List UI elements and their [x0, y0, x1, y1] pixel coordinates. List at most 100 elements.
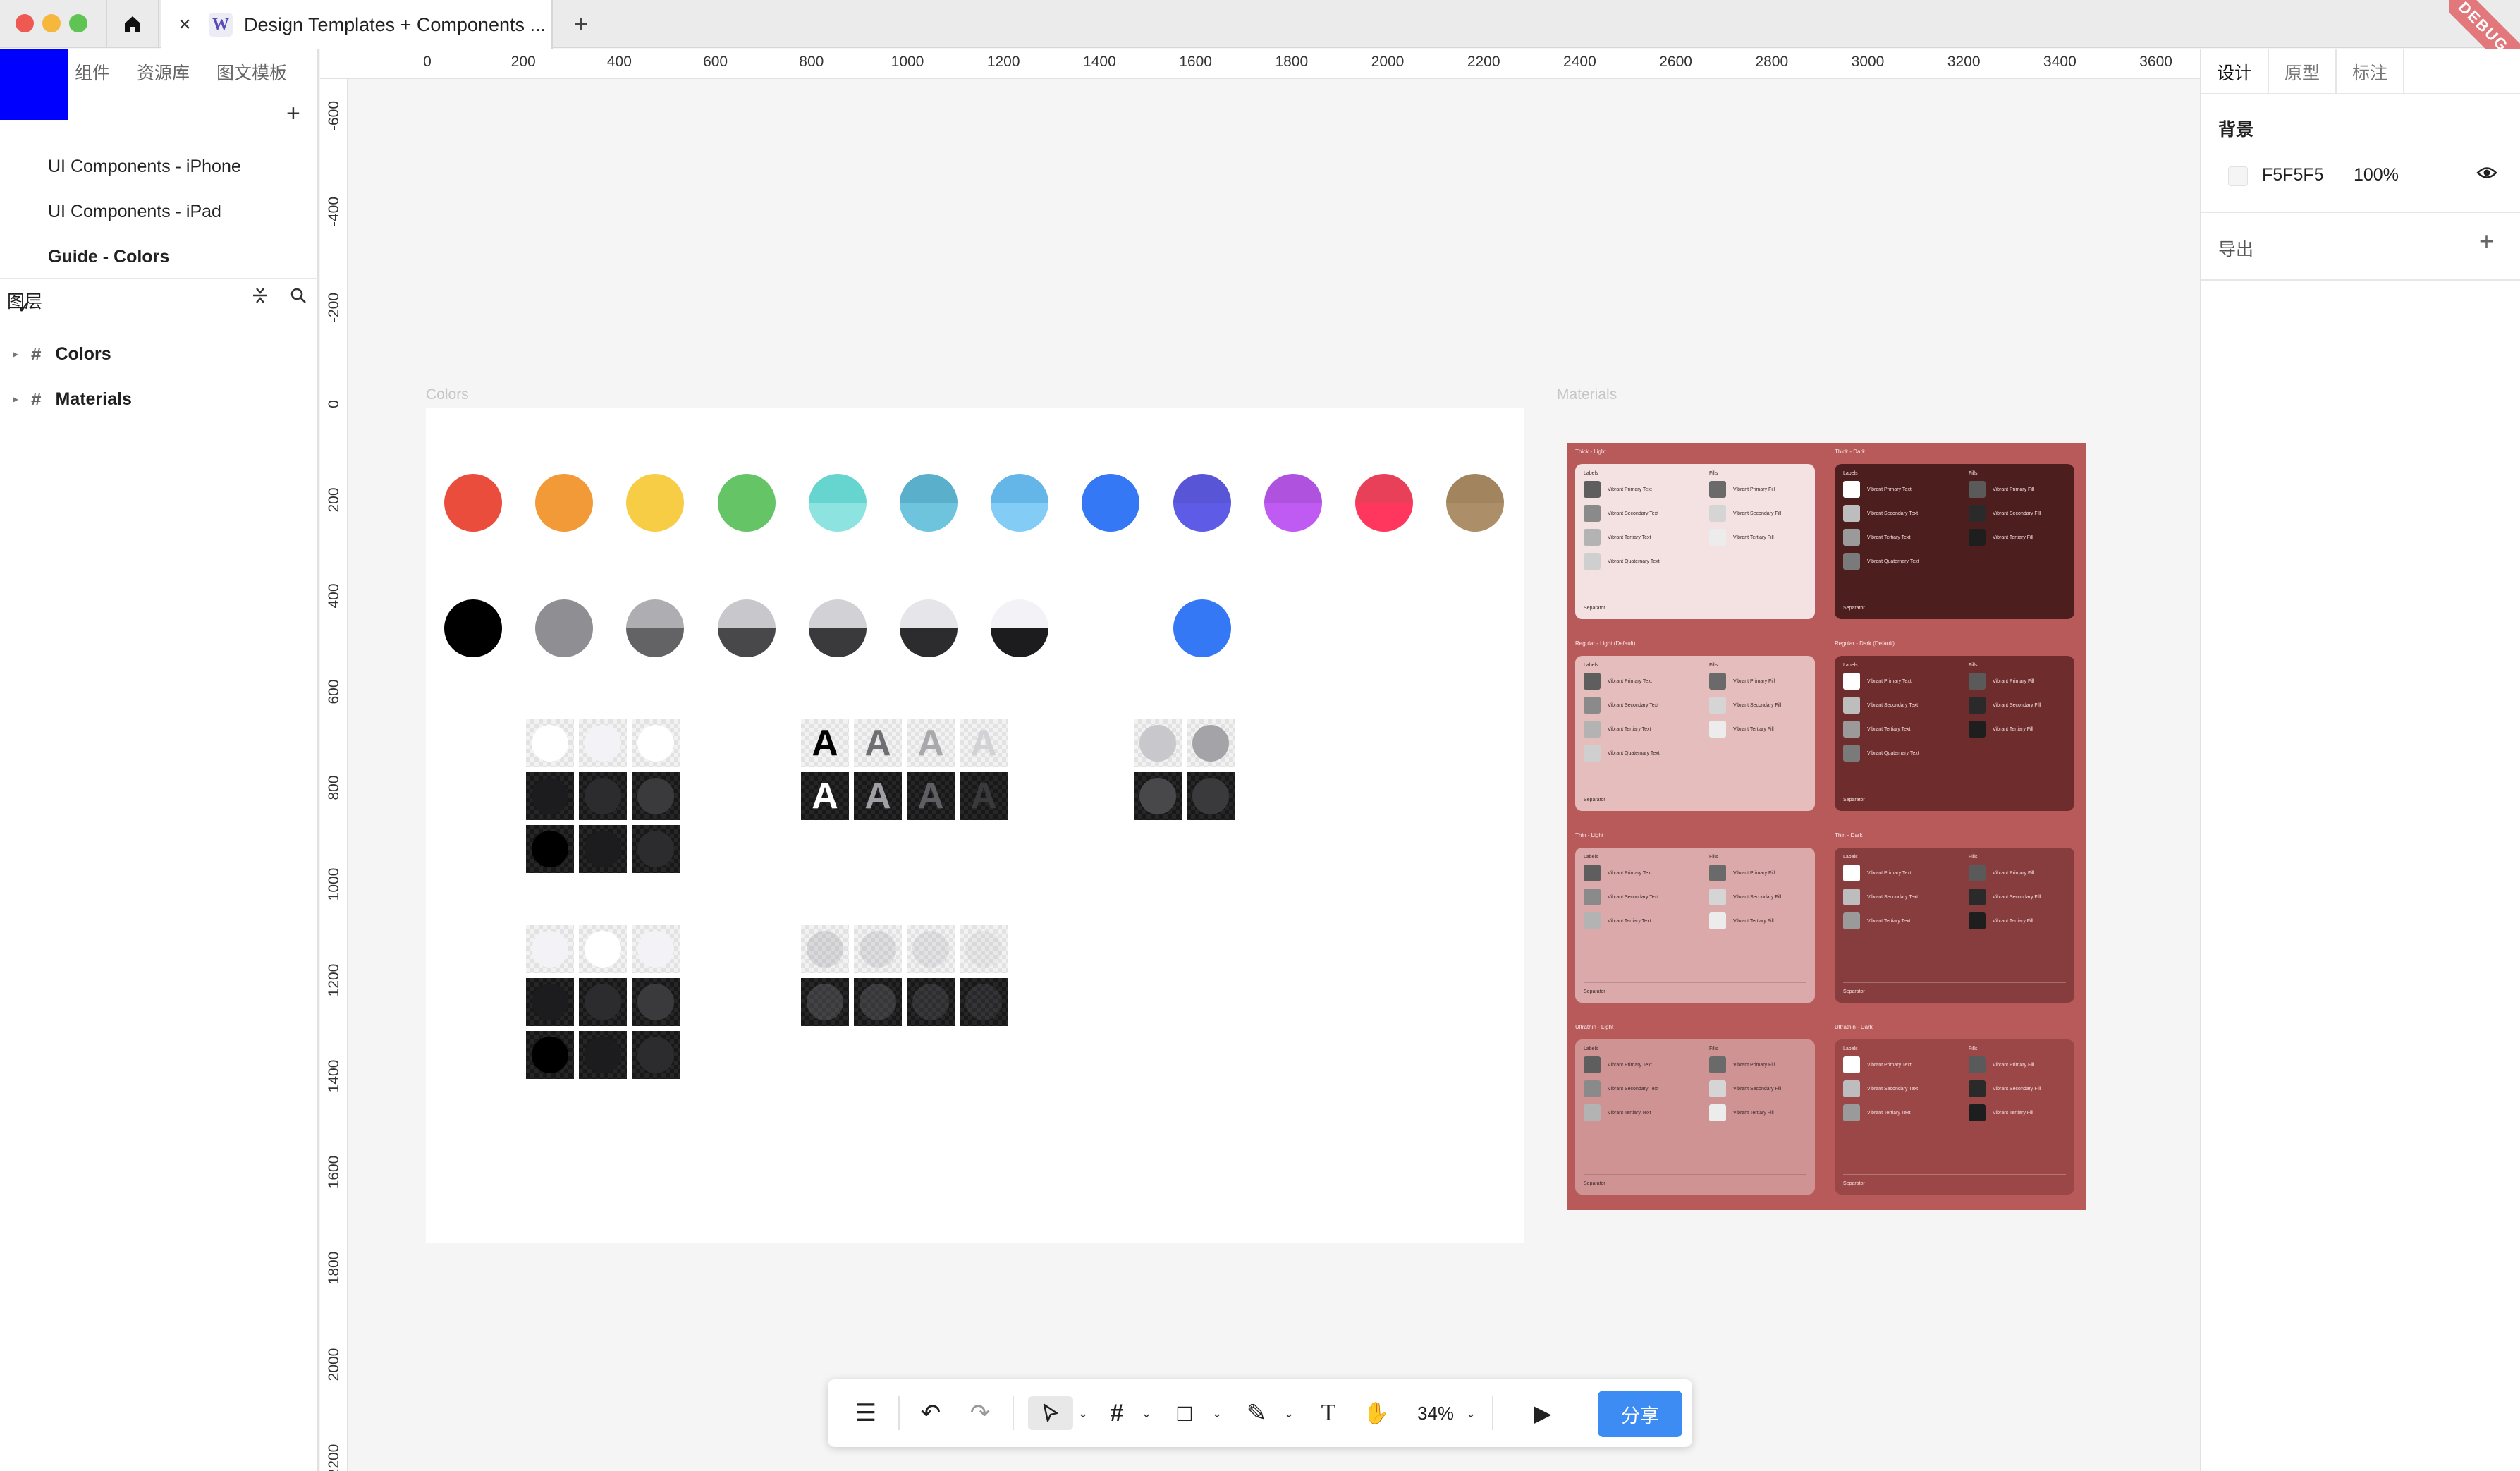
label-sample[interactable]: A: [801, 719, 849, 767]
system-color-swatch[interactable]: [900, 474, 958, 532]
system-color-swatch[interactable]: [626, 474, 685, 532]
fill-sample[interactable]: [579, 978, 627, 1026]
system-color-swatch[interactable]: [1446, 474, 1505, 532]
document-tab[interactable]: × W Design Templates + Components ...: [161, 0, 553, 49]
system-color-swatch[interactable]: [444, 474, 502, 532]
zoom-level[interactable]: 34%: [1407, 1396, 1464, 1430]
gray-color-swatch[interactable]: [808, 599, 867, 657]
fill-sample[interactable]: [579, 825, 627, 873]
layer-colors[interactable]: ▸ # Colors: [13, 340, 111, 368]
fill-sample[interactable]: [579, 772, 627, 820]
menu-icon[interactable]: ☰: [849, 1396, 883, 1430]
material-card[interactable]: Labels Fills Vibrant Primary Text Vibrant S…: [1575, 464, 1815, 619]
fill-sample[interactable]: [579, 1031, 627, 1079]
gray-color-swatch[interactable]: [717, 599, 776, 657]
fill-sample[interactable]: [907, 978, 955, 1026]
fill-sample[interactable]: [960, 925, 1008, 973]
fill-sample[interactable]: [854, 978, 902, 1026]
rectangle-tool-icon[interactable]: □: [1165, 1396, 1204, 1430]
tint-color-swatch[interactable]: [1173, 599, 1231, 657]
material-cell[interactable]: Thin - Light Labels Fills Vibrant Primary T…: [1567, 826, 1823, 1017]
home-tab[interactable]: [106, 0, 159, 48]
system-color-swatch[interactable]: [1264, 474, 1322, 532]
label-sample[interactable]: A: [960, 719, 1008, 767]
material-cell[interactable]: Ultrathin - Dark Labels Fills Vibrant Prima…: [1826, 1018, 2083, 1209]
label-sample[interactable]: A: [854, 719, 902, 767]
fill-sample[interactable]: [632, 719, 680, 767]
eye-icon[interactable]: [2476, 165, 2497, 184]
material-card[interactable]: Labels Fills Vibrant Primary Text Vibrant S…: [1835, 1039, 2074, 1195]
fill-sample[interactable]: [632, 978, 680, 1026]
system-color-swatch[interactable]: [1355, 474, 1413, 532]
pages-tab-highlight[interactable]: [0, 49, 68, 120]
background-color-swatch[interactable]: [2228, 166, 2248, 186]
label-sample[interactable]: A: [854, 772, 902, 820]
fill-sample[interactable]: [526, 925, 574, 973]
text-tool-icon[interactable]: T: [1311, 1396, 1345, 1430]
material-cell[interactable]: Thin - Dark Labels Fills Vibrant Primary Te…: [1826, 826, 2083, 1017]
material-card[interactable]: Labels Fills Vibrant Primary Text Vibrant S…: [1575, 656, 1815, 811]
new-tab-button[interactable]: +: [564, 7, 598, 41]
tab-components[interactable]: 组件: [75, 59, 110, 85]
fill-sample[interactable]: [526, 978, 574, 1026]
expand-triangle-icon[interactable]: ▸: [13, 392, 18, 406]
chevron-down-icon[interactable]: ⌄: [1209, 1396, 1225, 1430]
system-color-swatch[interactable]: [808, 474, 867, 532]
materials-frame[interactable]: Thick - Light Labels Fills Vibrant Primary …: [1567, 443, 2086, 1210]
fill-sample[interactable]: [526, 1031, 574, 1079]
fill-sample[interactable]: [1187, 719, 1235, 767]
zoom-window-button[interactable]: [69, 14, 87, 32]
label-sample[interactable]: A: [960, 772, 1008, 820]
fill-sample[interactable]: [801, 925, 849, 973]
fill-sample[interactable]: [632, 1031, 680, 1079]
material-card[interactable]: Labels Fills Vibrant Primary Text Vibrant S…: [1575, 1039, 1815, 1195]
chevron-down-icon[interactable]: ⌄: [1138, 1396, 1155, 1430]
expand-triangle-icon[interactable]: ▸: [13, 347, 18, 361]
fill-sample[interactable]: [526, 719, 574, 767]
redo-icon[interactable]: ↷: [963, 1396, 997, 1430]
fill-sample[interactable]: [801, 978, 849, 1026]
system-color-swatch[interactable]: [717, 474, 776, 532]
material-card[interactable]: Labels Fills Vibrant Primary Text Vibrant S…: [1835, 464, 2074, 619]
gray-color-swatch[interactable]: [626, 599, 685, 657]
page-item-ipad[interactable]: UI Components - iPad: [48, 202, 221, 222]
material-cell[interactable]: Regular - Light (Default) Labels Fills Vibr…: [1567, 635, 1823, 825]
search-icon[interactable]: [289, 286, 307, 308]
system-color-swatch[interactable]: [535, 474, 594, 532]
minimize-window-button[interactable]: [42, 14, 61, 32]
frame-label-materials[interactable]: Materials: [1557, 386, 1617, 403]
fill-sample[interactable]: [907, 925, 955, 973]
close-window-button[interactable]: [16, 14, 34, 32]
page-item-guide-colors[interactable]: Guide - Colors: [48, 247, 169, 267]
label-sample[interactable]: A: [907, 772, 955, 820]
system-color-swatch[interactable]: [991, 474, 1049, 532]
fill-sample[interactable]: [1134, 719, 1182, 767]
fill-sample[interactable]: [632, 925, 680, 973]
gray-color-swatch[interactable]: [900, 599, 958, 657]
material-card[interactable]: Labels Fills Vibrant Primary Text Vibrant S…: [1575, 848, 1815, 1003]
fill-sample[interactable]: [632, 825, 680, 873]
layer-materials[interactable]: ▸ # Materials: [13, 385, 132, 413]
material-card[interactable]: Labels Fills Vibrant Primary Text Vibrant S…: [1835, 848, 2074, 1003]
material-cell[interactable]: Regular - Dark (Default) Labels Fills Vibra…: [1826, 635, 2083, 825]
label-sample[interactable]: A: [801, 772, 849, 820]
fill-sample[interactable]: [526, 825, 574, 873]
material-cell[interactable]: Thick - Dark Labels Fills Vibrant Primary T…: [1826, 443, 2083, 633]
background-opacity-input[interactable]: 100%: [2354, 165, 2399, 185]
system-color-swatch[interactable]: [1173, 474, 1231, 532]
chevron-down-icon[interactable]: ⌄: [1462, 1396, 1479, 1430]
chevron-down-icon[interactable]: ⌄: [1280, 1396, 1297, 1430]
gray-color-swatch[interactable]: [991, 599, 1049, 657]
background-hex-input[interactable]: F5F5F5: [2262, 165, 2324, 185]
colors-frame[interactable]: AAAAAAAA: [426, 408, 1524, 1243]
tab-templates[interactable]: 图文模板: [216, 59, 287, 85]
gray-color-swatch[interactable]: [444, 599, 502, 657]
fill-sample[interactable]: [854, 925, 902, 973]
add-export-button[interactable]: +: [2479, 228, 2494, 254]
tab-prototype[interactable]: 原型: [2269, 49, 2337, 94]
hand-tool-icon[interactable]: ✋: [1359, 1396, 1393, 1430]
fill-sample[interactable]: [632, 772, 680, 820]
frame-label-colors[interactable]: Colors: [426, 386, 469, 403]
undo-icon[interactable]: ↶: [914, 1396, 948, 1430]
material-card[interactable]: Labels Fills Vibrant Primary Text Vibrant S…: [1835, 656, 2074, 811]
